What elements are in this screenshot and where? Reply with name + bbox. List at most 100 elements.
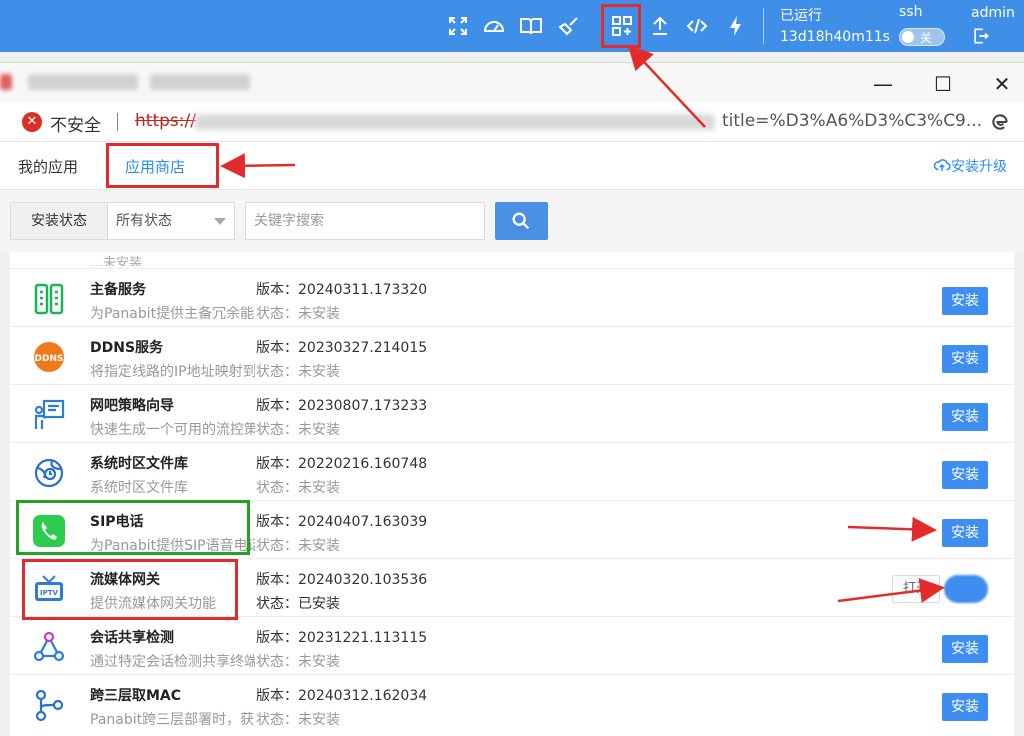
upgrade-button[interactable]: 安装升级 [933, 156, 1007, 178]
svg-text:DDNS: DDNS [35, 354, 64, 364]
install-button[interactable]: 安装 [942, 693, 988, 721]
uninstall-button[interactable] [944, 575, 988, 603]
address-bar[interactable]: ✕ 不安全 https:// title=%D3%A6%D3%C3%C9... [0, 102, 1024, 142]
app-status: 状态：未安装 [256, 712, 340, 728]
app-name: 系统时区文件库 [90, 456, 188, 472]
branch-icon [32, 688, 66, 722]
list-item: 网吧策略向导 快速生成一个可用的流控策略 版本：20230807.173233 … [10, 384, 1014, 442]
app-list: …未安装 主备服务 为Panabit提供主备冗余能力 版本：20240311.1… [10, 252, 1014, 736]
toolbar-divider [763, 8, 764, 44]
app-status: 状态：未安装 [256, 422, 340, 438]
app-version: 版本：20240312.162034 [256, 688, 428, 704]
status-select-value: 所有状态 [116, 213, 172, 229]
install-status-label: 安装状态 [10, 202, 108, 240]
app-status: 状态：未安装 [256, 538, 340, 554]
ssh-toggle-knob [902, 31, 914, 43]
list-item: 系统时区文件库 系统时区文件库 版本：20220216.160748 状态：未安… [10, 442, 1014, 500]
list-item: 主备服务 为Panabit提供主备冗余能力 版本：20240311.173320… [10, 268, 1014, 326]
app-version: 版本：20230327.214015 [256, 340, 428, 356]
app-status: 状态：未安装 [256, 654, 340, 670]
uptime-value: 13d18h40m11s [780, 29, 890, 45]
app-version: 版本：20220216.160748 [256, 456, 428, 472]
lightning-icon[interactable] [724, 14, 748, 38]
streaming-gateway-highlight [22, 559, 238, 620]
presenter-icon [32, 398, 66, 432]
minimize-button[interactable]: — [868, 71, 898, 97]
app-version: 版本：20230807.173233 [256, 398, 428, 414]
ssh-label: ssh [899, 4, 923, 20]
list-item: 会话共享检测 通过特定会话检测共享终端 版本：20231221.113115 状… [10, 616, 1014, 674]
share-nodes-icon [32, 630, 66, 664]
top-toolbar: 已运行 13d18h40m11s ssh 关 admin [0, 0, 1024, 52]
install-button[interactable]: 安装 [942, 635, 988, 663]
install-button[interactable]: 安装 [942, 287, 988, 315]
app-version: 版本：20240320.103536 [256, 572, 428, 588]
app-version: 版本：20231221.113115 [256, 630, 428, 646]
insecure-icon[interactable]: ✕ [22, 112, 42, 132]
app-desc: 系统时区文件库 [90, 480, 188, 496]
install-button[interactable]: 安装 [942, 461, 988, 489]
app-name: 网吧策略向导 [90, 398, 174, 414]
window-titlebar: — ☐ ✕ [0, 62, 1024, 102]
app-desc: 快速生成一个可用的流控策略 [90, 422, 255, 438]
address-divider [117, 113, 118, 131]
dashboard-icon[interactable] [482, 14, 506, 38]
cloud-upload-icon [933, 156, 951, 178]
install-button[interactable]: 安装 [942, 403, 988, 431]
page-title-blur [28, 74, 138, 90]
sip-phone-highlight [16, 500, 250, 555]
app-version: 版本：20240311.173320 [256, 282, 428, 298]
app-store-highlight [106, 143, 219, 188]
filter-bar: 安装状态 所有状态 [0, 190, 1024, 252]
open-button[interactable]: 打开 [892, 575, 940, 603]
user-name[interactable]: admin [971, 5, 1015, 21]
book-icon[interactable] [519, 14, 543, 38]
window-title [150, 74, 250, 90]
app-name: 主备服务 [90, 282, 146, 298]
search-button[interactable] [495, 202, 548, 240]
app-status: 状态：已安装 [256, 596, 340, 612]
upgrade-label: 安装升级 [951, 159, 1007, 175]
install-button[interactable]: 安装 [942, 519, 988, 547]
close-button[interactable]: ✕ [987, 71, 1017, 97]
list-top-partial-row: …未安装 [90, 256, 143, 266]
code-icon[interactable] [685, 14, 709, 38]
list-item: 跨三层取MAC Panabit跨三层部署时，获取MAC 版本：20240312.… [10, 674, 1014, 732]
app-desc: 为Panabit提供主备冗余能力 [90, 306, 255, 322]
chevron-down-icon [214, 218, 226, 225]
app-version: 版本：20240407.163039 [256, 514, 428, 530]
ddns-icon: DDNS [32, 340, 66, 374]
install-button[interactable]: 安装 [942, 345, 988, 373]
globe-clock-icon [32, 456, 66, 490]
ssh-toggle[interactable]: 关 [899, 28, 945, 46]
app-status: 状态：未安装 [256, 306, 340, 322]
url-scheme[interactable]: https:// [135, 111, 196, 131]
status-select[interactable]: 所有状态 [107, 202, 235, 240]
insecure-label[interactable]: 不安全 [50, 111, 101, 136]
app-desc: Panabit跨三层部署时，获取MAC [90, 712, 255, 728]
server-icon [32, 282, 66, 316]
broom-icon[interactable] [557, 14, 581, 38]
app-name: DDNS服务 [90, 340, 164, 356]
list-item: DDNS DDNS服务 将指定线路的IP地址映射到域名 版本：20230327.… [10, 326, 1014, 384]
app-desc: 将指定线路的IP地址映射到域名 [90, 364, 255, 380]
fullscreen-icon[interactable] [446, 14, 470, 38]
tab-my-apps[interactable]: 我的应用 [18, 156, 78, 177]
keyword-search-input[interactable] [245, 202, 485, 240]
search-icon [512, 212, 530, 230]
edge-icon[interactable] [990, 112, 1010, 132]
app-status: 状态：未安装 [256, 364, 340, 380]
app-desc: 通过特定会话检测共享终端 [90, 654, 255, 670]
app-name: 跨三层取MAC [90, 688, 182, 704]
upload-icon[interactable] [648, 14, 672, 38]
url-redacted [195, 114, 715, 130]
url-text[interactable]: title=%D3%A6%D3%C3%C9... [722, 111, 982, 131]
apps-icon[interactable] [610, 14, 634, 38]
maximize-button[interactable]: ☐ [928, 71, 958, 97]
ssh-toggle-state: 关 [920, 31, 933, 45]
logout-icon[interactable] [971, 26, 991, 46]
app-status: 状态：未安装 [256, 480, 340, 496]
app-name: 会话共享检测 [90, 630, 174, 646]
uptime-label: 已运行 [780, 8, 822, 24]
page-favicon [0, 74, 12, 90]
